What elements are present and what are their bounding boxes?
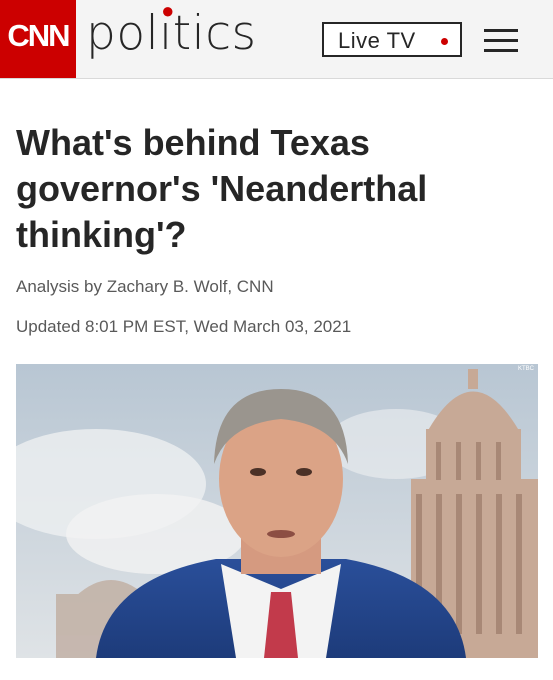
hamburger-menu-icon[interactable] xyxy=(484,29,518,53)
image-watermark: KTBC xyxy=(517,366,534,372)
section-title-i: ı ● xyxy=(159,0,175,61)
hero-photo xyxy=(16,364,538,658)
section-title-start: pol xyxy=(86,6,160,61)
section-title[interactable]: polı ● tics xyxy=(86,0,257,61)
hero-image[interactable]: KTBC xyxy=(16,364,538,658)
article-headline: What's behind Texas governor's 'Neandert… xyxy=(16,122,428,255)
site-header: CNN polı ● tics Live TV xyxy=(0,0,553,79)
live-tv-label: Live TV xyxy=(338,28,416,53)
cnn-logo[interactable]: CNN xyxy=(0,0,76,78)
live-indicator-icon xyxy=(441,38,448,45)
article-timestamp: Updated 8:01 PM EST, Wed March 03, 2021 xyxy=(16,317,352,336)
cnn-logo-text: CNN xyxy=(7,18,70,53)
live-tv-button[interactable]: Live TV xyxy=(322,22,462,57)
article-byline[interactable]: Analysis by Zachary B. Wolf, CNN xyxy=(16,277,274,297)
section-title-end: tics xyxy=(172,6,257,61)
section-title-red-dot: ● xyxy=(161,0,175,24)
